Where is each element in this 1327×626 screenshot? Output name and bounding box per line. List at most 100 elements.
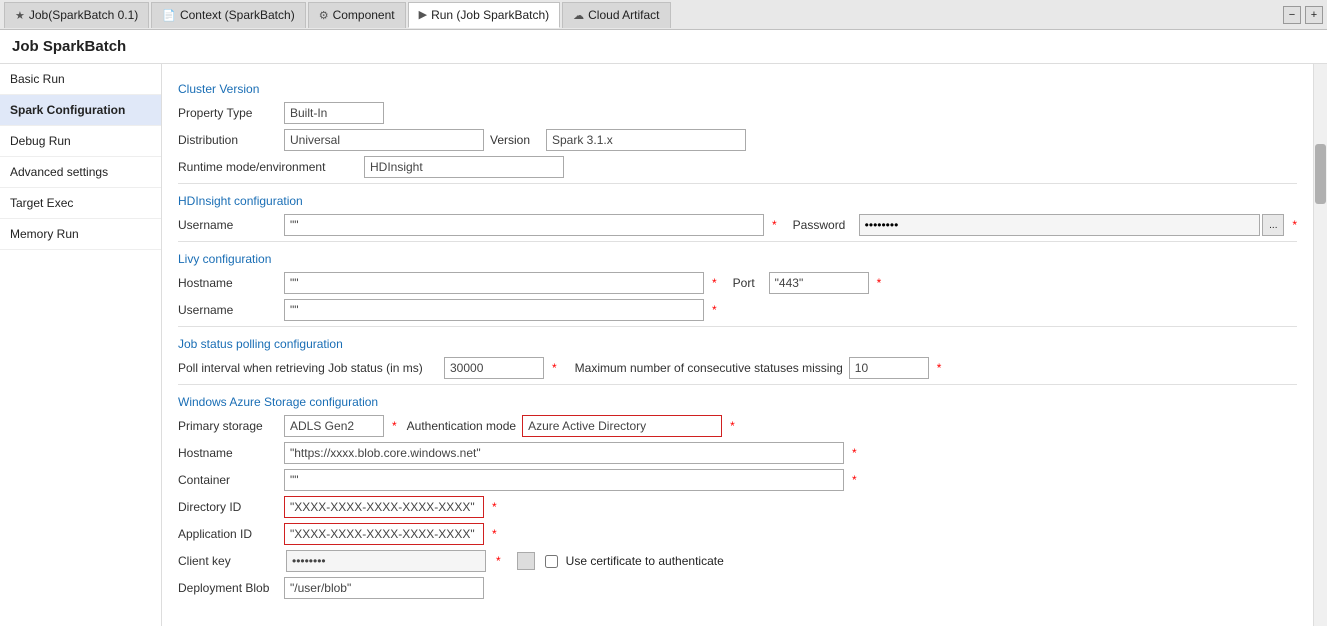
minimize-button[interactable]: −	[1283, 6, 1301, 24]
page-title: Job SparkBatch	[0, 30, 1327, 64]
star-icon: ★	[15, 9, 25, 22]
hdinsight-section-header: HDInsight configuration	[178, 194, 1297, 208]
tab-run[interactable]: ▶ Run (Job SparkBatch)	[408, 2, 561, 28]
client-key-input[interactable]	[286, 550, 486, 572]
main-container: Job SparkBatch Basic Run Spark Configura…	[0, 30, 1327, 626]
password-required: *	[1292, 218, 1297, 232]
application-id-row: Application ID *	[178, 523, 1297, 545]
password-input[interactable]	[859, 214, 1261, 236]
tab-context[interactable]: 📄 Context (SparkBatch)	[151, 2, 305, 28]
application-id-label: Application ID	[178, 527, 278, 541]
content-area: Basic Run Spark Configuration Debug Run …	[0, 64, 1327, 626]
tab-component-label: Component	[333, 8, 395, 22]
tab-context-label: Context (SparkBatch)	[180, 8, 295, 22]
run-icon: ▶	[419, 8, 427, 21]
directory-id-required: *	[492, 500, 497, 514]
livy-username-row: Username *	[178, 299, 1297, 321]
max-consecutive-label: Maximum number of consecutive statuses m…	[575, 361, 843, 375]
deployment-blob-label: Deployment Blob	[178, 581, 278, 595]
scrollbar-thumb[interactable]	[1315, 144, 1326, 204]
livy-username-label: Username	[178, 303, 278, 317]
port-input[interactable]	[769, 272, 869, 294]
tab-bar: ★ Job(SparkBatch 0.1) 📄 Context (SparkBa…	[0, 0, 1327, 30]
azure-hostname-input[interactable]	[284, 442, 844, 464]
runtime-mode-input[interactable]	[364, 156, 564, 178]
directory-id-label: Directory ID	[178, 500, 278, 514]
client-key-row: Client key * Use certificate to authenti…	[178, 550, 1297, 572]
sidebar-item-advanced-settings[interactable]: Advanced settings	[0, 157, 161, 188]
password-row: ...	[859, 214, 1285, 236]
distribution-input[interactable]	[284, 129, 484, 151]
deployment-blob-row: Deployment Blob	[178, 577, 1297, 599]
directory-id-input[interactable]	[284, 496, 484, 518]
client-key-required: *	[496, 554, 501, 568]
sidebar: Basic Run Spark Configuration Debug Run …	[0, 64, 162, 626]
livy-username-required: *	[712, 303, 717, 317]
gear-icon: ⚙	[319, 9, 329, 22]
application-id-input[interactable]	[284, 523, 484, 545]
poll-interval-input[interactable]	[444, 357, 544, 379]
container-required: *	[852, 473, 857, 487]
form-area: Cluster Version Property Type Distributi…	[162, 64, 1313, 626]
username-required: *	[772, 218, 777, 232]
property-type-input[interactable]	[284, 102, 384, 124]
auth-mode-input[interactable]	[522, 415, 722, 437]
username-input[interactable]	[284, 214, 764, 236]
livy-username-input[interactable]	[284, 299, 704, 321]
runtime-mode-label: Runtime mode/environment	[178, 160, 358, 174]
port-label: Port	[733, 276, 763, 290]
tab-job[interactable]: ★ Job(SparkBatch 0.1)	[4, 2, 149, 28]
doc-icon: 📄	[162, 9, 176, 22]
windows-azure-section-header: Windows Azure Storage configuration	[178, 395, 1297, 409]
max-consecutive-required: *	[937, 361, 942, 375]
password-label: Password	[793, 218, 853, 232]
container-input[interactable]	[284, 469, 844, 491]
scrollbar-track	[1313, 64, 1327, 626]
livy-hostname-required: *	[712, 276, 717, 290]
primary-storage-label: Primary storage	[178, 419, 278, 433]
azure-hostname-row: Hostname *	[178, 442, 1297, 464]
container-row: Container *	[178, 469, 1297, 491]
directory-id-row: Directory ID *	[178, 496, 1297, 518]
application-id-required: *	[492, 527, 497, 541]
azure-hostname-label: Hostname	[178, 446, 278, 460]
max-consecutive-input[interactable]	[849, 357, 929, 379]
maximize-button[interactable]: +	[1305, 6, 1323, 24]
azure-hostname-required: *	[852, 446, 857, 460]
auth-mode-label: Authentication mode	[407, 419, 516, 433]
property-type-label: Property Type	[178, 106, 278, 120]
sidebar-item-memory-run[interactable]: Memory Run	[0, 219, 161, 250]
username-label: Username	[178, 218, 278, 232]
version-label: Version	[490, 133, 540, 147]
sidebar-item-target-exec[interactable]: Target Exec	[0, 188, 161, 219]
poll-interval-row: Poll interval when retrieving Job status…	[178, 357, 1297, 379]
livy-hostname-input[interactable]	[284, 272, 704, 294]
port-required: *	[877, 276, 882, 290]
sidebar-item-debug-run[interactable]: Debug Run	[0, 126, 161, 157]
sidebar-item-basic-run[interactable]: Basic Run	[0, 64, 161, 95]
hdinsight-username-row: Username * Password ... *	[178, 214, 1297, 236]
livy-hostname-label: Hostname	[178, 276, 278, 290]
primary-storage-input[interactable]	[284, 415, 384, 437]
sidebar-item-spark-config[interactable]: Spark Configuration	[0, 95, 161, 126]
tab-component[interactable]: ⚙ Component	[308, 2, 406, 28]
primary-storage-row: Primary storage * Authentication mode *	[178, 415, 1297, 437]
deployment-blob-input[interactable]	[284, 577, 484, 599]
job-status-section-header: Job status polling configuration	[178, 337, 1297, 351]
cert-toggle-icon	[517, 552, 535, 570]
distribution-row: Distribution Version	[178, 129, 1297, 151]
primary-storage-required: *	[392, 419, 397, 433]
cluster-version-header: Cluster Version	[178, 82, 1297, 96]
poll-interval-label: Poll interval when retrieving Job status…	[178, 361, 438, 375]
use-certificate-checkbox[interactable]	[545, 555, 558, 568]
use-certificate-label: Use certificate to authenticate	[566, 554, 724, 568]
property-type-row: Property Type	[178, 102, 1297, 124]
version-input[interactable]	[546, 129, 746, 151]
distribution-label: Distribution	[178, 133, 278, 147]
client-key-label: Client key	[178, 554, 278, 568]
password-browse-button[interactable]: ...	[1262, 214, 1284, 236]
tab-cloud[interactable]: ☁ Cloud Artifact	[562, 2, 670, 28]
tab-run-label: Run (Job SparkBatch)	[431, 8, 549, 22]
tab-controls: − +	[1283, 6, 1323, 24]
poll-interval-required: *	[552, 361, 557, 375]
